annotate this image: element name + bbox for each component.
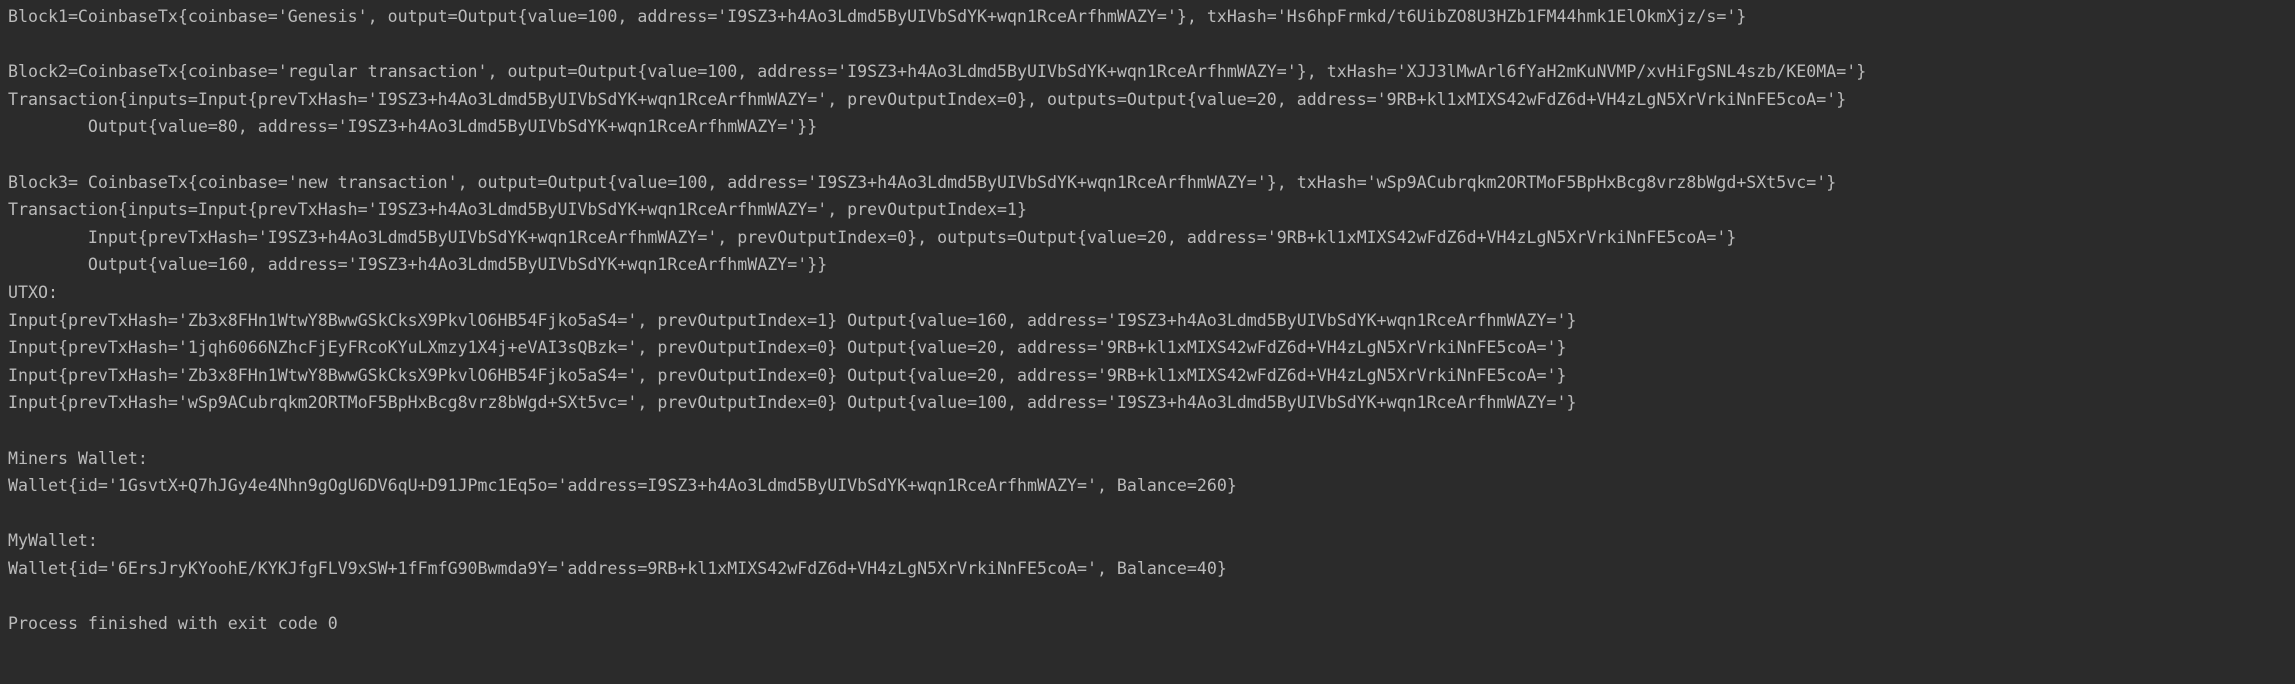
console-line: Block3= CoinbaseTx{coinbase='new transac… bbox=[8, 172, 1837, 192]
console-line: Input{prevTxHash='wSp9ACubrqkm2ORTMoF5Bp… bbox=[8, 393, 1577, 413]
console-output[interactable]: Block1=CoinbaseTx{coinbase='Genesis', ou… bbox=[0, 0, 2295, 684]
console-line: Miners Wallet: bbox=[8, 448, 148, 468]
console-line: Output{value=80, address='I9SZ3+h4Ao3Ldm… bbox=[8, 117, 818, 137]
console-line: Output{value=160, address='I9SZ3+h4Ao3Ld… bbox=[8, 255, 828, 275]
console-line: Block1=CoinbaseTx{coinbase='Genesis', ou… bbox=[8, 7, 1747, 26]
console-line: Transaction{inputs=Input{prevTxHash='I9S… bbox=[8, 200, 1028, 220]
console-line: Transaction{inputs=Input{prevTxHash='I9S… bbox=[8, 89, 1847, 109]
console-line: Wallet{id='6ErsJryKYoohE/KYKJfgFLV9xSW+1… bbox=[8, 558, 1227, 578]
console-line: Input{prevTxHash='1jqh6066NZhcFjEyFRcoKY… bbox=[8, 338, 1567, 358]
console-line: UTXO: bbox=[8, 282, 58, 302]
console-line: Input{prevTxHash='Zb3x8FHn1WtwY8BwwGSkCk… bbox=[8, 365, 1567, 385]
console-line: Wallet{id='1GsvtX+Q7hJGy4e4Nhn9gOgU6DV6q… bbox=[8, 476, 1237, 496]
console-line: Process finished with exit code 0 bbox=[8, 614, 338, 634]
console-line: Input{prevTxHash='I9SZ3+h4Ao3Ldmd5ByUIVb… bbox=[8, 227, 1737, 247]
console-line: Input{prevTxHash='Zb3x8FHn1WtwY8BwwGSkCk… bbox=[8, 310, 1577, 330]
console-line: MyWallet: bbox=[8, 531, 98, 551]
console-line: Block2=CoinbaseTx{coinbase='regular tran… bbox=[8, 62, 1867, 82]
